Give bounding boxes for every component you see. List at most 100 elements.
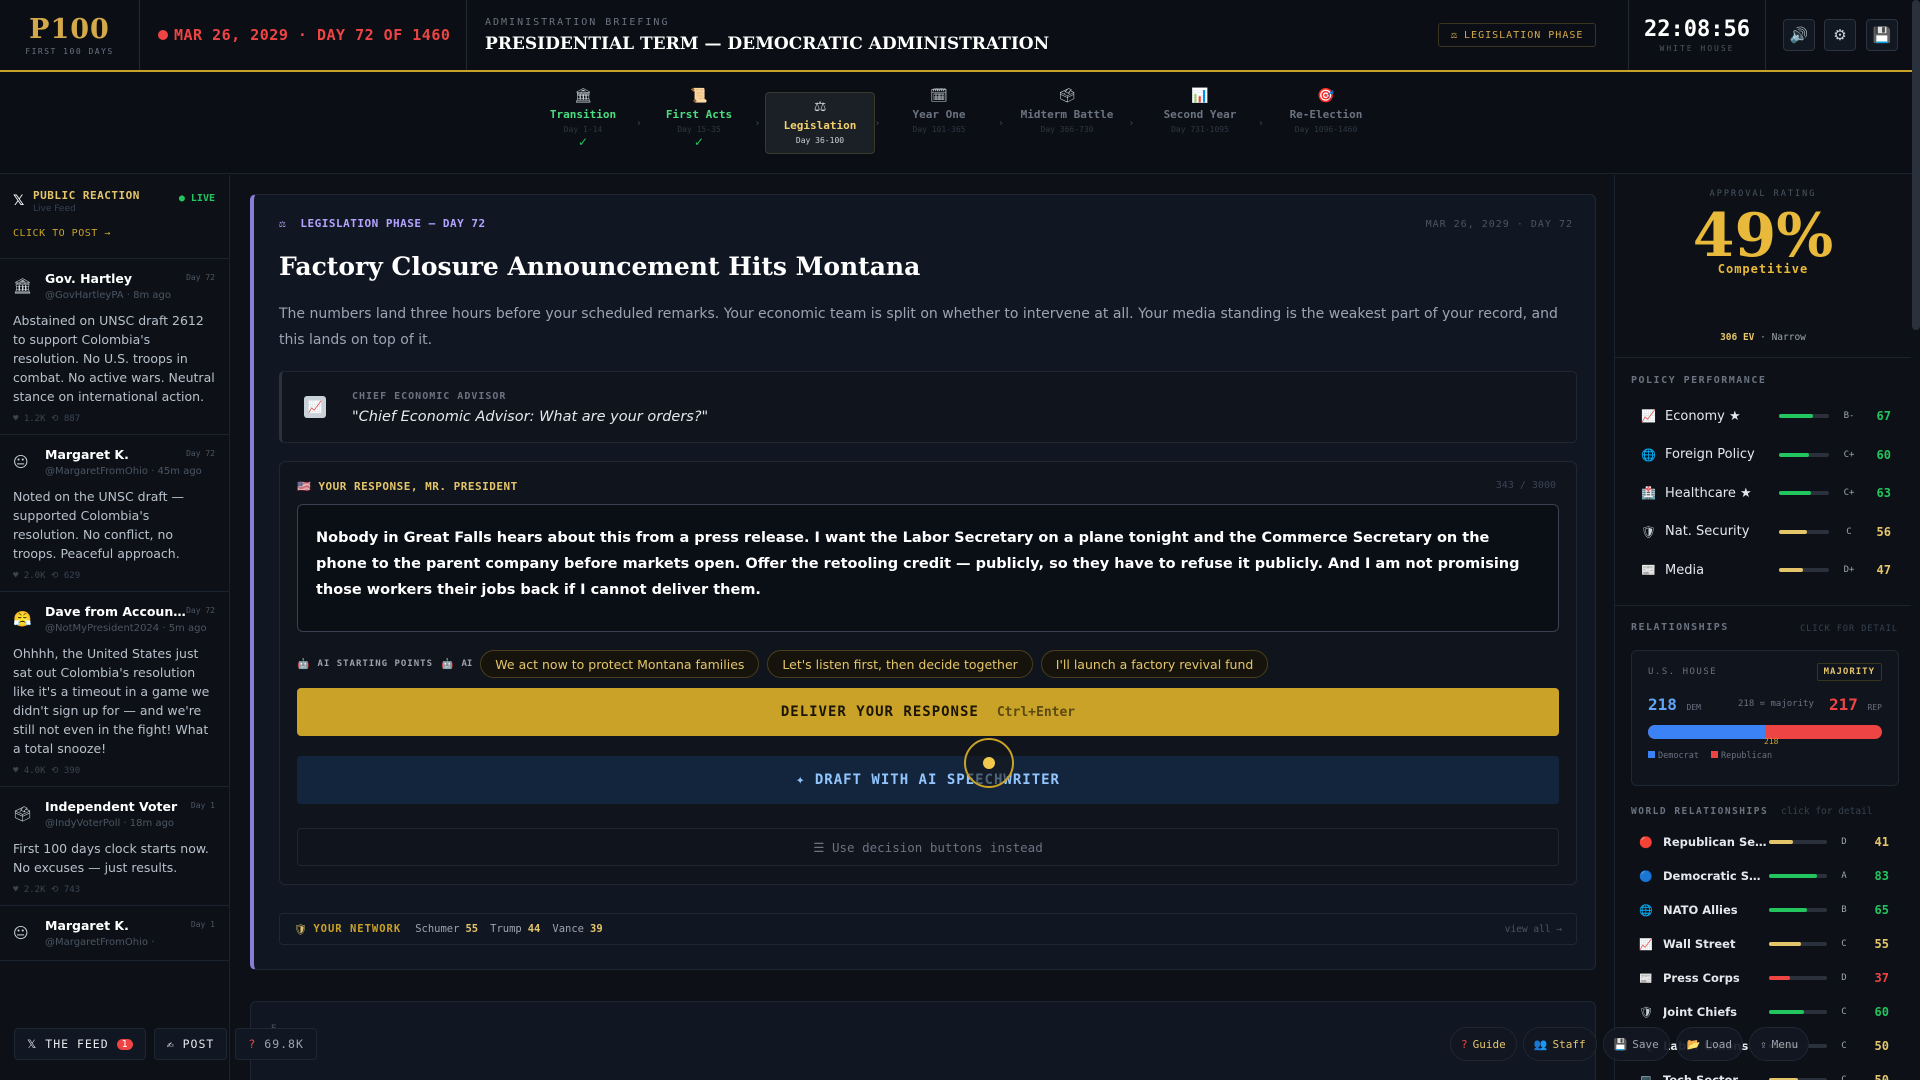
relationship-name: Joint Chiefs <box>1663 1005 1738 1019</box>
policy-row[interactable]: 📈 Economy ★ B- 67 <box>1641 405 1897 427</box>
feed-post[interactable]: 🗳 Independent Voter Day 1 @IndyVoterPoll · … <box>0 787 229 906</box>
suggestion-chip[interactable]: We act now to protect Montana families <box>480 650 760 678</box>
relationship-name: Republican Senators <box>1663 835 1767 849</box>
use-decision-buttons-link[interactable]: ☰ Use decision buttons instead <box>297 828 1559 866</box>
world-hint[interactable]: click for detail <box>1781 806 1873 817</box>
network-label: YOUR NETWORK <box>313 923 402 935</box>
policy-row[interactable]: 📰 Media D+ 47 <box>1641 559 1897 581</box>
question-icon: ? <box>248 1037 257 1051</box>
relationship-score: 65 <box>1874 903 1889 917</box>
avatar: 😐 <box>13 924 29 942</box>
scrollbar[interactable] <box>1912 0 1920 330</box>
post-stats: ♥ 2.2K ⟲ 743 <box>13 885 81 895</box>
policy-grade: C+ <box>1843 488 1855 498</box>
save-icon[interactable]: 💾 <box>1866 19 1898 51</box>
relationship-bar-fill <box>1769 874 1818 878</box>
world-relationship-row[interactable]: 📰 Press Corps D 37 <box>1639 967 1897 989</box>
feed-post[interactable]: 😐 Margaret K. Day 72 @MargaretFromOhio · 45… <box>0 435 229 592</box>
policy-grade: C+ <box>1843 449 1855 460</box>
ai-tag: AI <box>461 659 473 669</box>
speaker-icon[interactable]: 🔊 <box>1783 19 1815 51</box>
menu-button[interactable]: ⇪ Menu <box>1748 1027 1810 1061</box>
phase-step[interactable]: ⚖ Legislation Day 36-100 <box>765 92 875 154</box>
phase-name: Re-Election <box>1289 108 1363 121</box>
live-label: LIVE <box>190 193 215 204</box>
policy-score: 56 <box>1876 524 1891 539</box>
phase-step[interactable]: 🎯 Re-Election Day 1096-1460 <box>1271 88 1381 150</box>
house-label: U.S. HOUSE <box>1648 667 1718 677</box>
post-day: Day 72 <box>186 273 215 282</box>
x-logo-icon: 𝕏 <box>27 1037 38 1051</box>
post-text: First 100 days clock starts now. No excu… <box>13 841 209 875</box>
gear-icon[interactable]: ⚙ <box>1824 19 1856 51</box>
response-label-text: YOUR RESPONSE, MR. PRESIDENT <box>318 480 518 493</box>
deliver-response-button[interactable]: DELIVER YOUR RESPONSE Ctrl+Enter <box>297 688 1559 736</box>
policy-row[interactable]: 🏥 Healthcare ★ C+ 63 <box>1641 482 1897 504</box>
world-relationship-row[interactable]: 🌐 NATO Allies B 65 <box>1639 899 1897 921</box>
relationship-grade: C <box>1841 1075 1847 1080</box>
guide-button[interactable]: ? Guide <box>1450 1027 1517 1061</box>
click-to-post-link[interactable]: CLICK TO POST → <box>13 228 216 239</box>
world-relationship-row[interactable]: 📈 Wall Street C 55 <box>1639 933 1897 955</box>
relationships-hint[interactable]: CLICK FOR DETAIL <box>1800 624 1898 634</box>
phase-step[interactable]: 📜 First Acts Day 15-35 ✓ <box>644 88 754 150</box>
relationship-bar <box>1769 840 1827 844</box>
feed-post[interactable]: 😤 Dave from Accounti... Day 72 @NotMyPresid… <box>0 592 229 787</box>
rep-count: 217 <box>1829 695 1858 714</box>
network-value: 55 <box>465 923 479 935</box>
the-feed-button[interactable]: 𝕏 THE FEED 1 <box>14 1028 146 1060</box>
ai-suggestions-row: 🤖 AI STARTING POINTS 🤖 AI We act now to … <box>297 650 1269 678</box>
policy-score: 63 <box>1876 486 1891 500</box>
relationship-icon: 🔵 <box>1639 869 1653 883</box>
policy-grade: D+ <box>1843 565 1855 575</box>
approval-note: Competitive <box>1717 262 1809 276</box>
policy-row[interactable]: 🛡 Nat. Security C 56 <box>1641 521 1897 543</box>
phase-step[interactable]: 🗓 Year One Day 101-365 <box>884 88 994 150</box>
relationship-name: Democratic Senators <box>1663 869 1767 883</box>
load-button[interactable]: 📂 Load <box>1675 1027 1743 1061</box>
scales-icon: ⚖ <box>1451 29 1459 41</box>
view-all-link[interactable]: view all → <box>1505 924 1562 935</box>
phase-step[interactable]: 📊 Second Year Day 731-1095 <box>1145 88 1255 150</box>
policy-row[interactable]: 🌐 Foreign Policy C+ 60 <box>1641 444 1897 466</box>
relationship-bar <box>1769 976 1827 980</box>
your-network-bar[interactable]: 🛡 YOUR NETWORK Schumer 55 Trump 44 Vance 39… <box>279 913 1577 945</box>
follower-count-label: 69.8K <box>264 1037 304 1051</box>
relationship-icon: 🌐 <box>1639 903 1653 917</box>
world-relationship-row[interactable]: 🔵 Democratic Senators A 83 <box>1639 865 1897 887</box>
world-relationship-row[interactable]: 🛡 Joint Chiefs C 60 <box>1639 1001 1897 1023</box>
post-handle: @MargaretFromOhio · <box>45 937 155 948</box>
relationship-bar-fill <box>1769 1010 1804 1014</box>
phase-step[interactable]: 🗳 Midterm Battle Day 366-730 <box>1012 88 1122 150</box>
world-relationship-row[interactable]: 🔴 Republican Senators D 41 <box>1639 831 1897 853</box>
logo: P100 <box>29 14 110 45</box>
follower-count[interactable]: ? 69.8K <box>235 1028 317 1060</box>
next-card-peek: E <box>250 1001 1596 1080</box>
relationship-grade: C <box>1841 1041 1847 1051</box>
relationship-icon: 📰 <box>1639 971 1653 985</box>
network-name: Vance <box>552 923 584 935</box>
check-icon: ✓ <box>577 135 589 149</box>
approval-label: APPROVAL RATING <box>1709 189 1817 199</box>
feed-post[interactable]: 😐 Margaret K. Day 1 @MargaretFromOhio · <box>0 906 229 961</box>
phase-icon: 📊 <box>1191 88 1209 104</box>
response-label: 🇺🇸 YOUR RESPONSE, MR. PRESIDENT <box>297 480 518 493</box>
legend-dem: Democrat <box>1648 751 1699 761</box>
save-button[interactable]: 💾 Save <box>1602 1027 1670 1061</box>
suggestion-chip[interactable]: Let's listen first, then decide together <box>767 650 1033 678</box>
us-house-card[interactable]: U.S. HOUSE MAJORITY 218 DEM 218 = majori… <box>1631 650 1899 786</box>
phase-step[interactable]: 🏛 Transition Day 1-14 ✓ <box>528 88 638 150</box>
suggestion-chip[interactable]: I'll launch a factory revival fund <box>1040 650 1269 678</box>
folder-icon: 📂 <box>1686 1037 1701 1051</box>
draft-with-ai-button[interactable]: ✦ DRAFT WITH AI SPEECHWRITER <box>297 756 1559 804</box>
world-relationship-row[interactable]: 💻 Tech Sector C 50 <box>1639 1069 1897 1080</box>
chart-icon: 📈 <box>304 396 326 418</box>
response-textarea[interactable]: Nobody in Great Falls hears about this f… <box>297 504 1559 632</box>
policy-bar <box>1779 452 1829 457</box>
staff-button[interactable]: 👥 Staff <box>1522 1027 1597 1061</box>
feed-post[interactable]: 🏛 Gov. Hartley Day 72 @GovHartleyPA · 8m ag… <box>0 259 229 435</box>
post-button[interactable]: ✍ POST <box>153 1028 228 1060</box>
phase-icon: 🏛 <box>574 88 592 104</box>
writing-hand-icon: ✍ <box>166 1037 175 1051</box>
network-value: 39 <box>590 923 603 935</box>
